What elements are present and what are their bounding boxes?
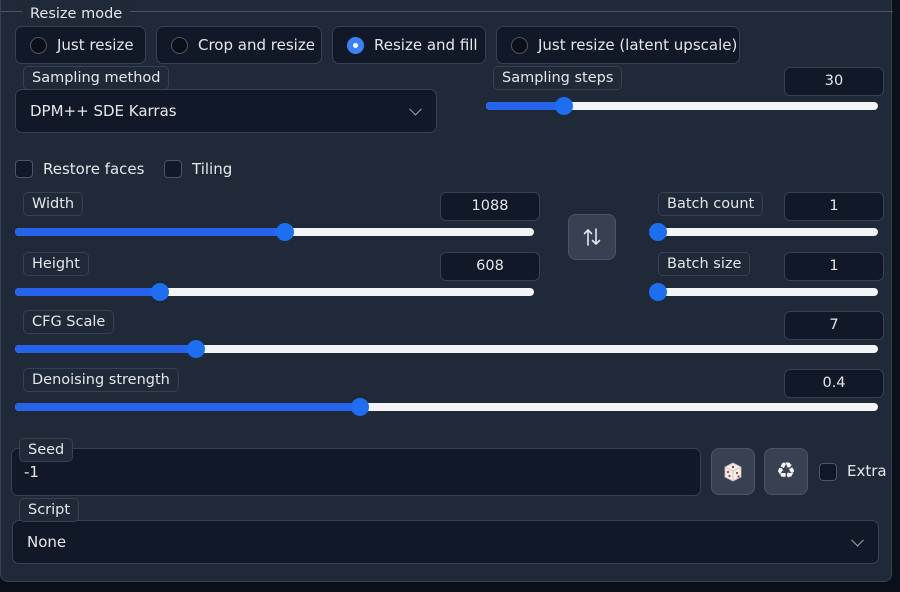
script-value: None <box>27 533 67 551</box>
radio-resize-and-fill[interactable]: Resize and fill <box>332 26 486 64</box>
batch-count-label: Batch count <box>658 192 764 216</box>
recycle-icon: ♻ <box>776 458 796 484</box>
radio-dot <box>511 36 528 54</box>
radio-just-resize[interactable]: Just resize <box>15 26 146 64</box>
batch-count-slider[interactable] <box>649 221 878 243</box>
swap-dimensions-button[interactable] <box>568 214 616 260</box>
radio-dot <box>171 36 188 54</box>
denoising-strength-input[interactable]: 0.4 <box>784 369 884 398</box>
swap-vertical-arrows-icon <box>583 228 601 246</box>
radio-label: Crop and resize <box>198 36 315 54</box>
sampling-steps-label: Sampling steps <box>493 66 623 90</box>
slider-thumb[interactable] <box>187 340 206 358</box>
seed-value: -1 <box>24 463 39 481</box>
restore-faces-checkbox[interactable] <box>15 160 33 178</box>
restore-faces-label: Restore faces <box>43 160 145 178</box>
cfg-scale-input[interactable]: 7 <box>784 311 884 340</box>
cfg-scale-label: CFG Scale <box>23 310 115 334</box>
extra-seed-label: Extra <box>847 462 887 480</box>
denoising-strength-label: Denoising strength <box>23 368 179 392</box>
denoising-strength-slider[interactable] <box>15 396 878 418</box>
radio-label: Just resize (latent upscale) <box>538 36 738 54</box>
slider-thumb[interactable] <box>649 283 667 301</box>
height-input[interactable]: 608 <box>440 252 540 281</box>
chevron-down-icon <box>409 102 422 116</box>
slider-thumb[interactable] <box>555 97 574 115</box>
cfg-scale-slider[interactable] <box>15 338 878 360</box>
width-slider[interactable] <box>15 221 534 243</box>
sampling-steps-input[interactable]: 30 <box>784 67 884 96</box>
radio-dot-selected <box>347 36 364 54</box>
sampling-method-value: DPM++ SDE Karras <box>30 102 177 120</box>
batch-size-slider[interactable] <box>649 281 878 303</box>
random-seed-button[interactable] <box>711 448 755 495</box>
slider-thumb[interactable] <box>649 223 667 241</box>
radio-just-resize-latent-upscale[interactable]: Just resize (latent upscale) <box>496 26 740 64</box>
batch-size-label: Batch size <box>658 252 751 276</box>
height-label: Height <box>23 252 89 276</box>
script-label: Script <box>19 498 80 522</box>
reuse-seed-button[interactable]: ♻ <box>764 448 808 495</box>
script-dropdown[interactable]: None <box>12 520 879 564</box>
radio-dot <box>30 36 47 54</box>
sampling-method-dropdown[interactable]: DPM++ SDE Karras <box>15 89 437 133</box>
width-label: Width <box>23 192 84 216</box>
radio-label: Just resize <box>57 36 134 54</box>
width-input[interactable]: 1088 <box>440 192 540 221</box>
batch-count-input[interactable]: 1 <box>784 192 884 221</box>
tiling-checkbox[interactable] <box>164 160 182 178</box>
batch-size-input[interactable]: 1 <box>784 252 884 281</box>
radio-crop-and-resize[interactable]: Crop and resize <box>156 26 322 64</box>
dice-icon <box>724 462 742 481</box>
radio-label: Resize and fill <box>374 36 478 54</box>
extra-seed-checkbox[interactable] <box>819 463 837 481</box>
height-slider[interactable] <box>15 281 534 303</box>
seed-input[interactable]: -1 <box>11 448 701 496</box>
sampling-steps-slider[interactable] <box>486 95 878 117</box>
settings-panel: Resize mode Just resize Crop and resize … <box>0 0 893 582</box>
slider-thumb[interactable] <box>151 283 170 301</box>
tiling-label: Tiling <box>192 160 233 178</box>
slider-thumb[interactable] <box>275 223 294 241</box>
chevron-down-icon <box>851 533 864 547</box>
slider-thumb[interactable] <box>351 398 370 416</box>
sampling-method-label: Sampling method <box>23 66 170 90</box>
resize-mode-label: Resize mode <box>22 3 131 25</box>
seed-label: Seed <box>19 438 74 462</box>
panel-top-divider <box>1 0 893 12</box>
